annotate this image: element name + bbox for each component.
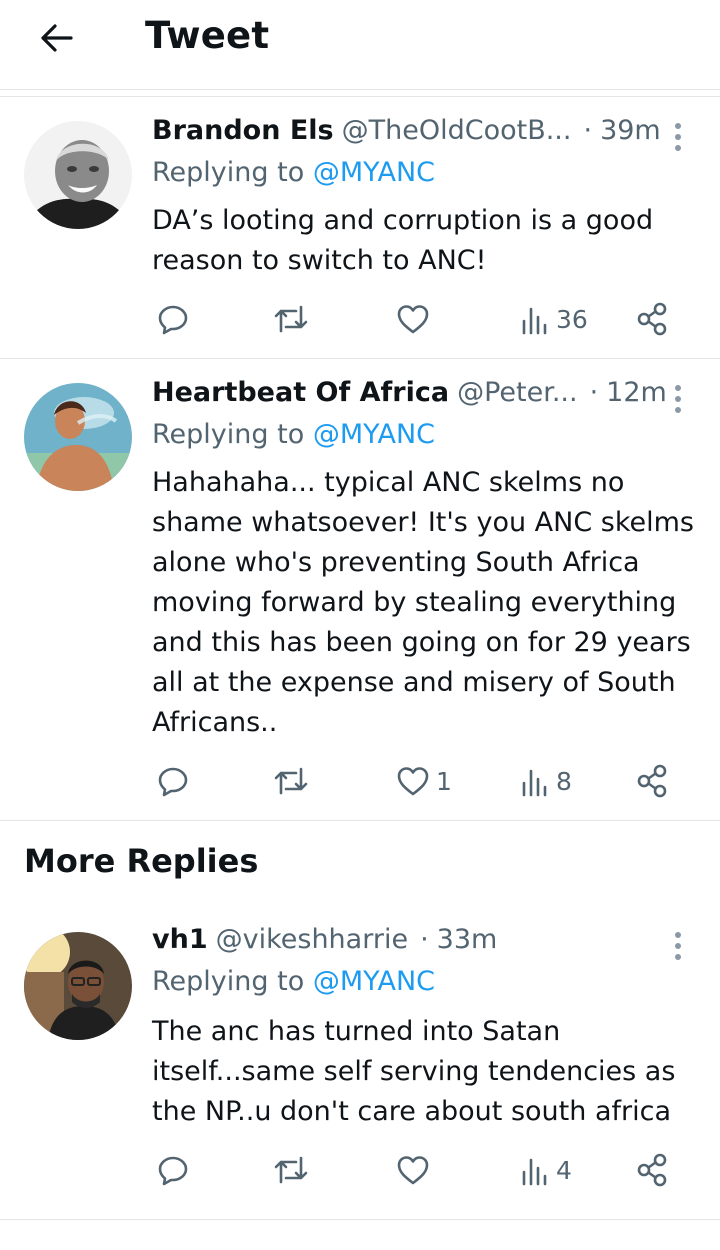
replying-to: Replying to @MYANC: [152, 157, 436, 188]
views-count: 8: [556, 766, 572, 796]
more-options-button[interactable]: [668, 381, 688, 417]
share-button[interactable]: [636, 761, 670, 801]
share-button[interactable]: [636, 299, 670, 339]
more-vertical-icon: [675, 932, 681, 938]
mention-link[interactable]: @MYANC: [313, 419, 435, 450]
tweet-header: Brandon Els @TheOldCootB... · 39m: [152, 115, 694, 155]
user-handle[interactable]: @Peter...: [457, 377, 578, 408]
reply-button[interactable]: [156, 761, 190, 801]
views-icon: [522, 307, 547, 335]
share-icon: [637, 764, 667, 798]
heart-icon: [397, 305, 429, 334]
more-options-button[interactable]: [668, 928, 688, 964]
more-replies-heading: More Replies: [24, 842, 259, 880]
retweet-button[interactable]: [272, 761, 310, 801]
display-name[interactable]: Heartbeat Of Africa: [152, 377, 449, 408]
timestamp[interactable]: 12m: [606, 377, 667, 408]
views-count: 4: [556, 1155, 572, 1185]
avatar[interactable]: [24, 121, 132, 229]
separator-dot: ·: [583, 115, 593, 146]
more-options-button[interactable]: [668, 119, 688, 155]
share-button[interactable]: [636, 1150, 670, 1190]
views-icon: [522, 1158, 547, 1186]
tweet-actions: 36: [152, 299, 682, 339]
tweet-header: vh1 @vikeshharrie · 33m: [152, 924, 694, 964]
avatar[interactable]: [24, 932, 132, 1040]
views-button[interactable]: 4: [520, 1150, 572, 1190]
user-handle[interactable]: @vikeshharrie: [216, 924, 408, 955]
more-vertical-icon: [675, 123, 681, 129]
page-title: Tweet: [145, 14, 270, 57]
share-icon: [637, 302, 667, 336]
tweet-reply[interactable]: Heartbeat Of Africa @Peter... · 12m Repl…: [0, 359, 720, 821]
display-name[interactable]: vh1: [152, 924, 208, 955]
user-handle[interactable]: @TheOldCootB...: [342, 115, 572, 146]
separator-dot: ·: [589, 377, 599, 408]
retweet-icon: [274, 1156, 308, 1184]
like-count: 1: [436, 766, 452, 796]
top-bar: Tweet: [0, 0, 720, 90]
arrow-left-icon: [41, 24, 73, 52]
tweet-text: DA’s looting and corruption is a good re…: [152, 205, 654, 276]
reply-icon: [158, 305, 188, 335]
tweet-text: Hahahaha... typical ANC skelms no shame …: [152, 467, 694, 738]
retweet-icon: [274, 305, 308, 333]
reply-button[interactable]: [156, 299, 190, 339]
heart-icon: [397, 1156, 429, 1185]
back-button[interactable]: [36, 18, 76, 58]
tweet-reply[interactable]: Brandon Els @TheOldCootB... · 39m Replyi…: [0, 97, 720, 359]
avatar[interactable]: [24, 383, 132, 491]
views-button[interactable]: 36: [520, 299, 588, 339]
share-icon: [637, 1153, 667, 1187]
reply-button[interactable]: [156, 1150, 190, 1190]
views-button[interactable]: 8: [520, 761, 572, 801]
timestamp[interactable]: 39m: [600, 115, 661, 146]
tweet-text: The anc has turned into Satan itself...s…: [152, 1016, 676, 1127]
replying-to: Replying to @MYANC: [152, 966, 436, 997]
retweet-button[interactable]: [272, 299, 310, 339]
tweet-reply[interactable]: vh1 @vikeshharrie · 33m Replying to @MYA…: [0, 910, 720, 1220]
views-icon: [522, 769, 547, 797]
like-button[interactable]: [396, 1150, 436, 1190]
display-name[interactable]: Brandon Els: [152, 115, 334, 146]
retweet-icon: [274, 767, 308, 795]
reply-icon: [158, 767, 188, 797]
heart-icon: [397, 767, 429, 796]
separator-dot: ·: [420, 924, 429, 955]
mention-link[interactable]: @MYANC: [313, 966, 435, 997]
tweet-actions: 4: [152, 1150, 682, 1190]
tweet-actions: 1 8: [152, 761, 682, 801]
like-button[interactable]: 1: [396, 761, 452, 801]
timestamp[interactable]: 33m: [437, 924, 498, 955]
retweet-button[interactable]: [272, 1150, 310, 1190]
replying-to: Replying to @MYANC: [152, 419, 436, 450]
more-vertical-icon: [675, 385, 681, 391]
tweet-header: Heartbeat Of Africa @Peter... · 12m: [152, 377, 694, 417]
mention-link[interactable]: @MYANC: [313, 157, 435, 188]
views-count: 36: [556, 304, 588, 334]
reply-icon: [158, 1156, 188, 1186]
like-button[interactable]: [396, 299, 436, 339]
